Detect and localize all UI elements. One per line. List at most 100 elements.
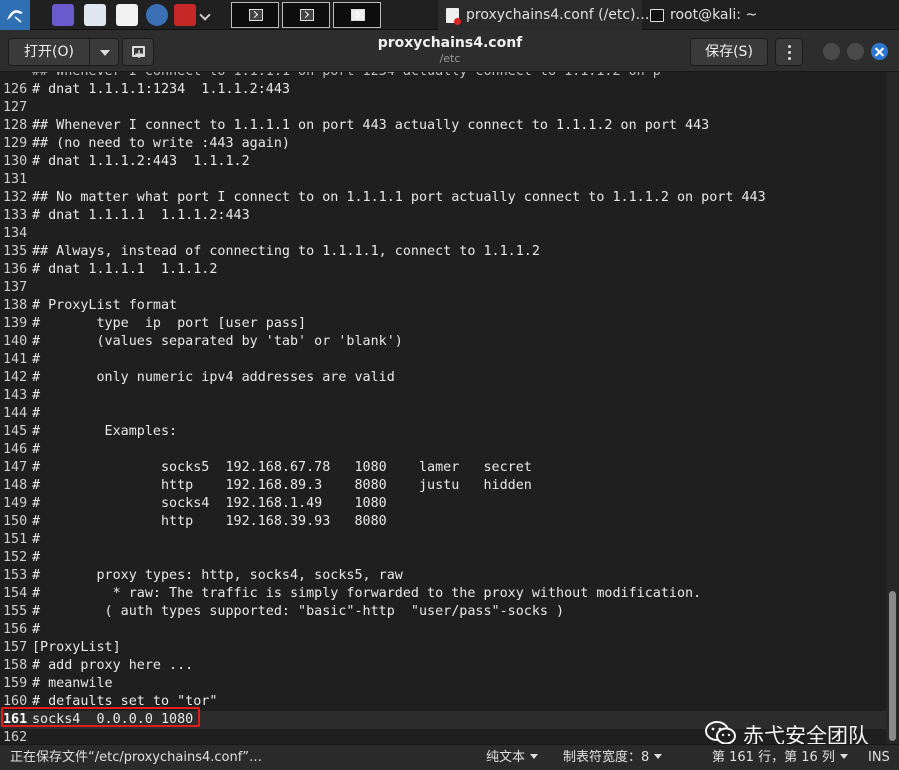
- code-line[interactable]: 134: [0, 225, 886, 243]
- code-line[interactable]: 140 # (values separated by 'tab' or 'blan…: [0, 333, 886, 351]
- tab-width-label: 制表符宽度：8: [563, 750, 650, 765]
- chevron-down-icon[interactable]: [199, 9, 211, 21]
- kebab-menu-icon: [788, 45, 791, 48]
- code-line[interactable]: 144 #: [0, 405, 886, 423]
- menu-button[interactable]: [775, 38, 803, 66]
- workspace-2-thumbnail[interactable]: [282, 2, 330, 28]
- code-line[interactable]: 127: [0, 99, 886, 117]
- code-line[interactable]: 153 # proxy types: http, socks4, socks5, …: [0, 567, 886, 585]
- code-line[interactable]: 137: [0, 279, 886, 297]
- code-line[interactable]: 152 #: [0, 549, 886, 567]
- line-text: #: [32, 550, 41, 565]
- line-text: # ProxyList format: [32, 298, 178, 313]
- line-number: 130: [3, 154, 28, 169]
- task-text-editor[interactable]: proxychains4.conf (/etc)…: [438, 0, 650, 30]
- code-line[interactable]: 135 ## Always, instead of connecting to 1…: [0, 243, 886, 261]
- open-recent-dropdown-button[interactable]: [89, 38, 119, 66]
- tab-width-selector[interactable]: 制表符宽度：8: [563, 745, 663, 770]
- line-text: #: [32, 622, 41, 637]
- wechat-icon: [705, 721, 736, 745]
- new-document-button[interactable]: [122, 38, 154, 67]
- line-number: 148: [3, 478, 28, 493]
- cursor-position[interactable]: 第 161 行，第 16 列: [712, 745, 848, 770]
- code-line[interactable]: 126 # dnat 1.1.1.1:1234 1.1.1.2:443: [0, 81, 886, 99]
- code-line[interactable]: 158 # add proxy here ...: [0, 657, 886, 675]
- code-line[interactable]: 159 # meanwile: [0, 675, 886, 693]
- text-editor-area[interactable]: ## Whenever I connect to 1.1.1.1 on port…: [0, 72, 899, 744]
- language-selector[interactable]: 纯文本: [486, 745, 539, 770]
- status-message: 正在保存文件“/etc/proxychains4.conf”…: [10, 750, 263, 765]
- line-text: # add proxy here ...: [32, 658, 194, 673]
- code-line[interactable]: 154 # * raw: The traffic is simply forwar…: [0, 585, 886, 603]
- line-number: 128: [3, 118, 28, 133]
- workspace-1-thumbnail[interactable]: [231, 2, 279, 28]
- line-number: 156: [3, 622, 28, 637]
- minimize-button[interactable]: [823, 43, 840, 60]
- code-line[interactable]: 148 # http 192.168.89.3 8080 justu hidden: [0, 477, 886, 495]
- scrollbar-thumb[interactable]: [889, 591, 896, 741]
- insert-mode-indicator: INS: [868, 750, 890, 765]
- line-text: # http 192.168.89.3 8080 justu hidden: [32, 478, 532, 493]
- code-line[interactable]: 142 # only numeric ipv4 addresses are val…: [0, 369, 886, 387]
- line-number: 133: [3, 208, 28, 223]
- kali-menu-icon[interactable]: [0, 0, 30, 30]
- taskbar: proxychains4.conf (/etc)… root@kali: ~: [0, 0, 899, 30]
- maximize-button[interactable]: [847, 43, 864, 60]
- code-line[interactable]: 132 ## No matter what port I connect to o…: [0, 189, 886, 207]
- text-editor-launcher-icon[interactable]: [116, 4, 138, 26]
- line-number: 152: [3, 550, 28, 565]
- line-text: # only numeric ipv4 addresses are valid: [32, 370, 395, 385]
- workspace-icon[interactable]: [52, 4, 74, 26]
- line-text: ## No matter what port I connect to on 1…: [32, 190, 766, 205]
- code-line[interactable]: 146 #: [0, 441, 886, 459]
- code-line[interactable]: 151 #: [0, 531, 886, 549]
- close-button[interactable]: [871, 43, 888, 60]
- line-number: 137: [3, 280, 28, 295]
- line-number: 143: [3, 388, 28, 403]
- code-line[interactable]: 149 # socks4 192.168.1.49 1080: [0, 495, 886, 513]
- partial-line: ## Whenever I connect to 1.1.1.1 on port…: [0, 72, 886, 81]
- line-text: # ( auth types supported: "basic"-http "…: [32, 604, 565, 619]
- file-manager-icon[interactable]: [84, 4, 106, 26]
- code-line[interactable]: 128 ## Whenever I connect to 1.1.1.1 on p…: [0, 117, 886, 135]
- line-number: 140: [3, 334, 28, 349]
- terminal-icon: [249, 9, 263, 21]
- line-number: 155: [3, 604, 28, 619]
- code-line[interactable]: 130 # dnat 1.1.1.2:443 1.1.1.2: [0, 153, 886, 171]
- code-line[interactable]: 133 # dnat 1.1.1.1 1.1.1.2:443: [0, 207, 886, 225]
- language-label: 纯文本: [486, 750, 526, 765]
- line-text: # type ip port [user pass]: [32, 316, 307, 331]
- task-terminal[interactable]: root@kali: ~: [642, 0, 762, 30]
- terminal-icon: [300, 9, 314, 21]
- code-line[interactable]: 138 # ProxyList format: [0, 297, 886, 315]
- line-number: 141: [3, 352, 28, 367]
- code-line[interactable]: 141 #: [0, 351, 886, 369]
- line-number: 129: [3, 136, 28, 151]
- open-button[interactable]: 打开(O): [8, 38, 90, 66]
- app-launcher-icon[interactable]: [174, 4, 196, 26]
- code-line[interactable]: 150 # http 192.168.39.93 8080: [0, 513, 886, 531]
- line-text: ## (no need to write :443 again): [32, 136, 290, 151]
- task-label: root@kali: ~: [670, 7, 758, 23]
- line-number: 132: [3, 190, 28, 205]
- browser-icon[interactable]: [146, 4, 168, 26]
- code-line[interactable]: 143 #: [0, 387, 886, 405]
- save-button[interactable]: 保存(S): [690, 38, 768, 66]
- line-number: 134: [3, 226, 28, 241]
- line-text: # dnat 1.1.1.1:1234 1.1.1.2:443: [32, 82, 290, 97]
- line-number: 154: [3, 586, 28, 601]
- code-line[interactable]: 147 # socks5 192.168.67.78 1080 lamer sec…: [0, 459, 886, 477]
- line-text: #: [32, 388, 41, 403]
- code-line[interactable]: 129 ## (no need to write :443 again): [0, 135, 886, 153]
- code-line[interactable]: 136 # dnat 1.1.1.1 1.1.1.2: [0, 261, 886, 279]
- workspace-3-thumbnail[interactable]: [333, 2, 381, 28]
- code-line[interactable]: 145 # Examples:: [0, 423, 886, 441]
- code-line[interactable]: 139 # type ip port [user pass]: [0, 315, 886, 333]
- code-line[interactable]: 155 # ( auth types supported: "basic"-htt…: [0, 603, 886, 621]
- line-text: # Examples:: [32, 424, 178, 439]
- code-line[interactable]: 156 #: [0, 621, 886, 639]
- code-line[interactable]: 131: [0, 171, 886, 189]
- code-line[interactable]: 157 [ProxyList]: [0, 639, 886, 657]
- line-number: 138: [3, 298, 28, 313]
- highlight-annotation: [1, 707, 200, 727]
